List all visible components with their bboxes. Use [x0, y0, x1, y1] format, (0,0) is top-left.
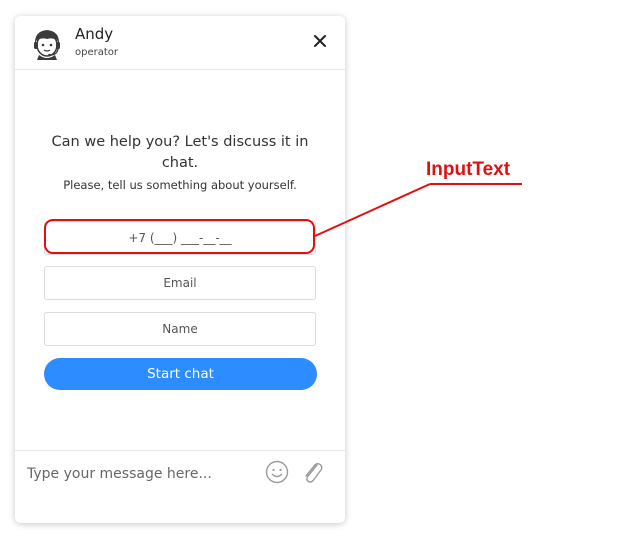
- greeting-text: Can we help you? Let's discuss it in cha…: [51, 134, 309, 171]
- operator-role: operator: [75, 47, 119, 58]
- emoji-icon[interactable]: [265, 460, 289, 484]
- callout-label: InputText: [426, 159, 511, 180]
- chat-footer: [15, 450, 345, 523]
- input-highlight-box: [44, 219, 315, 254]
- close-button[interactable]: [309, 30, 331, 52]
- chat-header: Andy operator: [15, 16, 345, 70]
- operator-name: Andy: [75, 25, 114, 43]
- paperclip-icon[interactable]: [300, 459, 324, 485]
- chat-widget: Andy operator Can we help you? Let's dis…: [15, 16, 345, 523]
- operator-avatar-icon: [30, 26, 64, 60]
- subgreeting-text: Please, tell us something about yourself…: [63, 178, 297, 192]
- name-input[interactable]: [44, 312, 316, 346]
- email-input[interactable]: [44, 266, 316, 300]
- close-icon: [314, 35, 326, 47]
- start-chat-button[interactable]: Start chat: [44, 358, 317, 390]
- message-input[interactable]: [25, 459, 254, 489]
